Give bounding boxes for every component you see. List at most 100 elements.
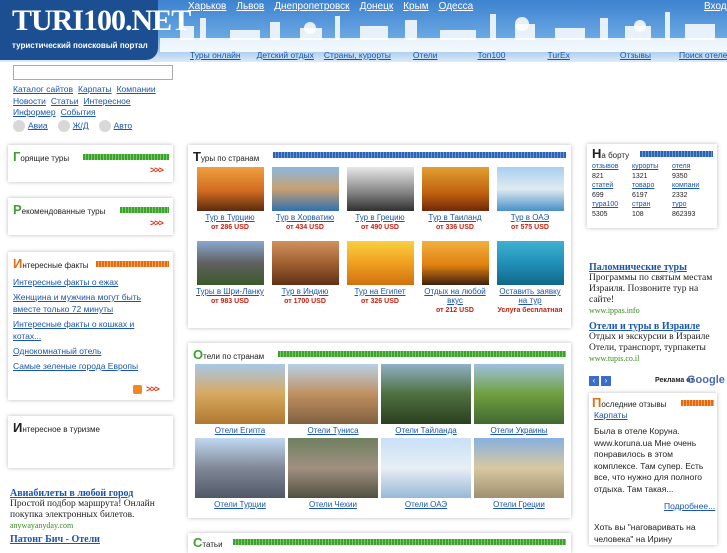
city-link-kharkov[interactable]: Харьков <box>188 1 226 12</box>
tour-name[interactable]: Отдых на любой вкус <box>420 287 490 305</box>
search-input[interactable] <box>13 65 173 80</box>
hotel-photo-uae[interactable] <box>381 438 471 498</box>
tour-tile[interactable]: Тур на Египет от 326 USD <box>345 241 415 305</box>
sidebar-link-articles[interactable]: Статьи <box>51 96 79 106</box>
nav-countries[interactable]: Страны, курорты <box>324 50 391 60</box>
hotel-name[interactable]: Отели Туниса <box>288 426 378 435</box>
right-ad-1-title[interactable]: Паломнические туры <box>589 262 719 273</box>
hotel-name[interactable]: Отели Чехии <box>288 500 378 509</box>
hotel-tile[interactable]: Отели Чехии <box>288 438 378 509</box>
city-link-crimea[interactable]: Крым <box>403 1 428 12</box>
nav-top100[interactable]: Топ100 <box>477 50 505 60</box>
hotel-tile[interactable]: Отели Тайланда <box>381 364 471 435</box>
tour-photo-greece[interactable] <box>346 167 414 211</box>
hot-tours-more[interactable]: >>> <box>150 165 164 175</box>
tour-tile[interactable]: Тур в Грецию от 490 USD <box>345 167 415 231</box>
transport-avia-label[interactable]: Авиа <box>28 120 48 130</box>
sidebar-link-catalog[interactable]: Каталог сайтов <box>13 84 73 94</box>
hotel-photo-czech[interactable] <box>288 438 378 498</box>
tour-photo-request[interactable] <box>496 241 564 285</box>
hotel-tile[interactable]: Отели Египта <box>195 364 285 435</box>
nav-hotel-search[interactable]: Поиск отелей <box>679 50 727 60</box>
logo-container[interactable]: TURI100.NET туристический поисковый порт… <box>0 0 191 60</box>
fact-link-cats[interactable]: Интересные факты о кошках и котах... <box>13 318 163 342</box>
right-ad-2-title[interactable]: Отели и туры в Израиле <box>589 321 719 332</box>
reviews-link-carpathians[interactable]: Карпаты <box>594 410 628 420</box>
hotel-photo-greece[interactable] <box>474 438 564 498</box>
nav-kids-rest[interactable]: Детский отдых <box>257 50 314 60</box>
tour-name[interactable]: Тур в Индию <box>270 287 340 296</box>
tour-tile[interactable]: Тур в Индию от 1700 USD <box>270 241 340 305</box>
sidebar-link-carpathians[interactable]: Карпаты <box>78 84 112 94</box>
next-ad-icon[interactable]: › <box>601 376 611 386</box>
transport-rail[interactable]: Ж/Д <box>57 120 89 132</box>
transport-auto-label[interactable]: Авто <box>114 120 133 130</box>
tour-name[interactable]: Тур на Египет <box>345 287 415 296</box>
tour-name[interactable]: Тур в Турцию <box>195 213 265 222</box>
transport-avia[interactable]: Авиа <box>13 120 48 132</box>
right-ad-2-url[interactable]: www.tupis.co.il <box>589 354 719 363</box>
hotel-tile[interactable]: Отели Турции <box>195 438 285 509</box>
rss-icon[interactable] <box>133 385 142 394</box>
prev-ad-icon[interactable]: ‹ <box>589 376 599 386</box>
tour-photo-egypt[interactable] <box>346 241 414 285</box>
hotel-tile[interactable]: Отели ОАЭ <box>381 438 471 509</box>
nav-hotels[interactable]: Отели <box>413 50 438 60</box>
nav-turex[interactable]: TurEx <box>548 50 570 60</box>
transport-auto[interactable]: Авто <box>98 120 133 132</box>
hotel-photo-ukraine[interactable] <box>474 364 564 424</box>
hotel-tile[interactable]: Отели Туниса <box>288 364 378 435</box>
tour-tile[interactable]: Оставить заявку на тур Услуга бесплатная <box>495 241 565 314</box>
tour-tile[interactable]: Тур в Турцию от 286 USD <box>195 167 265 231</box>
tour-photo-any-taste[interactable] <box>421 241 489 285</box>
left-ad-url[interactable]: anywayanyday.com <box>10 521 175 530</box>
hotel-photo-tunisia[interactable] <box>288 364 378 424</box>
sidebar-link-news[interactable]: Новости <box>13 96 46 106</box>
hotel-name[interactable]: Отели Турции <box>195 500 285 509</box>
fact-link-green-cities[interactable]: Самые зеленые города Европы <box>13 360 163 372</box>
fact-link-72-minutes[interactable]: Женщина и мужчина могут быть вместе толь… <box>13 291 163 315</box>
city-link-odessa[interactable]: Одесса <box>439 1 474 12</box>
tour-name[interactable]: Тур в Хорватию <box>270 213 340 222</box>
tour-tile[interactable]: Тур в Хорватию от 434 USD <box>270 167 340 231</box>
hotel-tile[interactable]: Отели Украины <box>474 364 564 435</box>
tour-photo-sri-lanka[interactable] <box>196 241 264 285</box>
sidebar-link-interesting[interactable]: Интересное <box>83 96 130 106</box>
tour-name[interactable]: Тур в Грецию <box>345 213 415 222</box>
tour-name[interactable]: Тур в ОАЭ <box>495 213 565 222</box>
hotel-tile[interactable]: Отели Греции <box>474 438 564 509</box>
city-link-donetsk[interactable]: Донецк <box>360 1 394 12</box>
fact-link-one-room-hotel[interactable]: Однокомнатный отель <box>13 345 163 357</box>
tour-photo-croatia[interactable] <box>271 167 339 211</box>
login-link[interactable]: Вход <box>704 1 727 12</box>
tour-tile[interactable]: Тур в ОАЭ от 575 USD <box>495 167 565 231</box>
left-ad-title-2[interactable]: Патонг Бич - Отели <box>10 534 175 545</box>
tour-photo-uae[interactable] <box>496 167 564 211</box>
right-ad-1-url[interactable]: www.ippas.info <box>589 306 719 315</box>
left-ad-title[interactable]: Авиабилеты в любой город <box>10 488 175 499</box>
hotel-photo-turkey[interactable] <box>195 438 285 498</box>
city-link-lviv[interactable]: Львов <box>236 1 264 12</box>
tour-name[interactable]: Тур в Таиланд <box>420 213 490 222</box>
tour-photo-thailand[interactable] <box>421 167 489 211</box>
hotel-name[interactable]: Отели Египта <box>195 426 285 435</box>
tour-tile[interactable]: Отдых на любой вкус от 212 USD <box>420 241 490 314</box>
hotel-name[interactable]: Отели ОАЭ <box>381 500 471 509</box>
nav-reviews[interactable]: Отзывы <box>620 50 651 60</box>
tour-name[interactable]: Оставить заявку на тур <box>495 287 565 305</box>
tour-photo-india[interactable] <box>271 241 339 285</box>
tour-name[interactable]: Туры в Шри-Ланку <box>195 287 265 296</box>
tour-tile[interactable]: Тур в Таиланд от 336 USD <box>420 167 490 231</box>
hotel-name[interactable]: Отели Тайланда <box>381 426 471 435</box>
sidebar-link-informer[interactable]: Информер <box>13 107 56 117</box>
tour-photo-turkey[interactable] <box>196 167 264 211</box>
fact-link-hedgehogs[interactable]: Интересные факты о ежах <box>13 276 163 288</box>
hotel-name[interactable]: Отели Греции <box>474 500 564 509</box>
site-logo[interactable]: TURI100.NET <box>12 4 191 38</box>
hotel-photo-thailand[interactable] <box>381 364 471 424</box>
hotel-name[interactable]: Отели Украины <box>474 426 564 435</box>
city-link-dnipro[interactable]: Днепропетровск <box>274 1 349 12</box>
sidebar-link-events[interactable]: События <box>61 107 96 117</box>
tour-tile[interactable]: Туры в Шри-Ланку от 983 USD <box>195 241 265 305</box>
facts-more[interactable]: >>> <box>146 384 160 394</box>
